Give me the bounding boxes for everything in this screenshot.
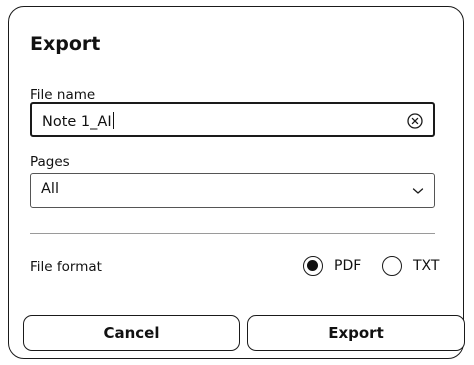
file-format-label: File format (30, 259, 102, 275)
clear-circle-x-icon[interactable] (407, 113, 423, 129)
chevron-down-icon (412, 188, 424, 194)
pages-selected-value: All (41, 181, 59, 197)
pages-dropdown[interactable]: All (30, 173, 435, 208)
pdf-label: PDF (334, 258, 362, 274)
file-name-value[interactable]: Note 1_AI (42, 112, 114, 130)
text-caret (112, 112, 114, 129)
file-name-input[interactable]: Note 1_AI (30, 102, 435, 137)
txt-radio-button[interactable] (382, 256, 402, 276)
cancel-button[interactable]: Cancel (23, 315, 240, 351)
export-button[interactable]: Export (247, 315, 465, 351)
format-option-txt[interactable]: TXT (382, 256, 439, 276)
pages-label: Pages (30, 154, 70, 170)
file-name-label: File name (30, 87, 96, 103)
txt-label: TXT (413, 258, 440, 274)
section-divider (30, 233, 435, 234)
format-option-pdf[interactable]: PDF (303, 256, 361, 276)
dialog-title: Export (30, 33, 101, 55)
pdf-radio-button[interactable] (303, 256, 323, 276)
